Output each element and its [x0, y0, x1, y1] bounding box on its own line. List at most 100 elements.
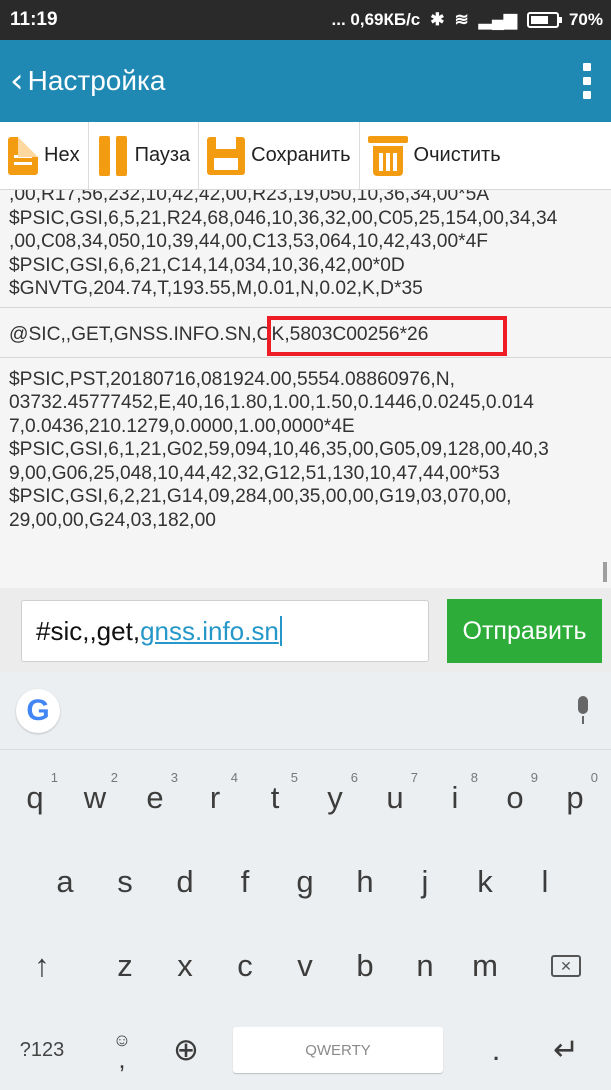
app-bar: ‹ Настройка [0, 40, 611, 122]
toolbar: Hex Пауза Сохранить Очистить [0, 122, 611, 190]
key-label: p [566, 780, 584, 815]
pause-label: Пауза [134, 144, 191, 166]
save-button[interactable]: Сохранить [199, 122, 360, 189]
google-icon[interactable]: G [16, 688, 60, 733]
keyboard-row-3: ↑ ✕ zxcvbnm [0, 924, 611, 1008]
microphone-icon[interactable] [575, 695, 591, 726]
key-a[interactable]: a [36, 840, 94, 924]
keyboard-row-4: ?123 ☺ , ⊕ QWERTY . ↵ [0, 1008, 611, 1090]
globe-key[interactable]: ⊕ [150, 1008, 222, 1090]
comma-key[interactable]: ☺ , [86, 1008, 158, 1090]
enter-icon: ↵ [553, 1032, 579, 1067]
key-b[interactable]: b [336, 924, 394, 1008]
pause-button[interactable]: Пауза [89, 122, 200, 189]
log-line: ,00,C08,34,050,10,39,44,00,C13,53,064,10… [9, 231, 489, 252]
battery-percent: 70% [568, 10, 603, 29]
key-h[interactable]: h [336, 840, 394, 924]
status-right: ... 0,69КБ/с ✱ ≋ ▂▄▆ 70% [332, 10, 604, 30]
key-hint: 5 [290, 770, 298, 785]
back-button[interactable]: ‹ Настройка [10, 64, 165, 98]
network-speed: ... 0,69КБ/с [331, 10, 421, 29]
key-e[interactable]: e3 [126, 756, 184, 840]
log-line: $PSIC,GSI,6,2,21,G14,09,284,00,35,00,00,… [9, 486, 512, 507]
key-p[interactable]: p0 [546, 756, 604, 840]
period-key[interactable]: . [466, 1008, 526, 1090]
key-x[interactable]: x [156, 924, 214, 1008]
log-output[interactable]: ,00,R17,56,232,10,42,42,00,R23,19,050,10… [0, 190, 611, 588]
key-w[interactable]: w2 [66, 756, 124, 840]
key-j[interactable]: j [396, 840, 454, 924]
pause-icon [97, 135, 129, 176]
shift-arrow-icon: ↑ [34, 948, 50, 983]
key-hint: 9 [530, 770, 538, 785]
key-hint: 0 [590, 770, 598, 785]
command-text-underlined: gnss.info.sn [140, 615, 279, 646]
backspace-icon: ✕ [551, 955, 581, 977]
key-t[interactable]: t5 [246, 756, 304, 840]
key-hint: 7 [410, 770, 418, 785]
key-g[interactable]: g [276, 840, 334, 924]
save-label: Сохранить [251, 144, 351, 166]
key-label: u [386, 780, 404, 815]
key-z[interactable]: z [96, 924, 154, 1008]
key-l[interactable]: l [516, 840, 574, 924]
key-m[interactable]: m [456, 924, 514, 1008]
log-line: $PSIC,GSI,6,6,21,C14,14,034,10,36,42,00*… [9, 254, 405, 276]
key-hint: 8 [470, 770, 478, 785]
backspace-key[interactable]: ✕ [528, 924, 604, 1008]
key-n[interactable]: n [396, 924, 454, 1008]
log-scrollbar[interactable] [603, 562, 607, 582]
battery-icon [526, 12, 562, 28]
key-y[interactable]: y6 [306, 756, 364, 840]
log-line: 03732.45777452,E,40,16,1.80,1.00,1.50,0.… [9, 392, 534, 413]
key-d[interactable]: d [156, 840, 214, 924]
enter-key[interactable]: ↵ [528, 1008, 604, 1090]
key-label: o [506, 780, 524, 815]
document-icon [8, 136, 38, 175]
symbols-key[interactable]: ?123 [6, 1008, 78, 1090]
command-input[interactable]: #sic,,get, gnss.info.sn [21, 600, 429, 662]
log-line: $PSIC,GSI,6,1,21,G02,59,094,10,46,35,00,… [9, 439, 549, 460]
log-line: 7,0.0436,210.1279,0.0000,1.00,0000*4E [9, 415, 355, 437]
hex-button[interactable]: Hex [0, 122, 89, 189]
key-hint: 1 [50, 770, 58, 785]
keyboard-top-bar: G [0, 672, 611, 750]
key-hint: 4 [230, 770, 238, 785]
chevron-left-icon: ‹ [10, 61, 24, 101]
shift-key[interactable]: ↑ [6, 924, 78, 1008]
send-button[interactable]: Отправить [447, 599, 602, 663]
bluetooth-icon: ✱ [430, 10, 445, 29]
keyboard-row-2: asdfghjkl [0, 840, 611, 924]
key-v[interactable]: v [276, 924, 334, 1008]
key-label: t [270, 780, 280, 815]
log-line: $PSIC,PST,20180716,081924.00,5554.088609… [9, 368, 455, 390]
key-label: e [146, 780, 164, 815]
key-s[interactable]: s [96, 840, 154, 924]
keyboard-row-1: q1w2e3r4t5y6u7i8o9p0 [0, 756, 611, 840]
key-i[interactable]: i8 [426, 756, 484, 840]
key-k[interactable]: k [456, 840, 514, 924]
log-line: $GNVTG,204.74,T,193.55,M,0.01,N,0.02,K,D… [9, 278, 423, 299]
key-hint: 2 [110, 770, 118, 785]
command-row: #sic,,get, gnss.info.sn Отправить [0, 588, 611, 672]
key-r[interactable]: r4 [186, 756, 244, 840]
clear-button[interactable]: Очистить [360, 122, 501, 189]
log-line: $PSIC,GSI,6,5,21,R24,68,046,10,36,32,00,… [9, 207, 558, 229]
wifi-icon: ≋ [454, 10, 469, 29]
key-f[interactable]: f [216, 840, 274, 924]
status-bar: 11:19 ... 0,69КБ/с ✱ ≋ ▂▄▆ 70% [0, 0, 611, 40]
text-cursor [279, 616, 282, 646]
clear-label: Очистить [413, 144, 501, 166]
key-u[interactable]: u7 [366, 756, 424, 840]
globe-icon: ⊕ [173, 1032, 199, 1067]
space-key[interactable]: QWERTY [233, 1027, 443, 1073]
key-label: i [451, 780, 459, 815]
key-o[interactable]: o9 [486, 756, 544, 840]
log-line: 9,00,G06,25,048,10,44,42,32,G12,51,130,1… [9, 462, 500, 484]
command-text: #sic,,get, [36, 615, 141, 646]
more-vert-icon[interactable] [583, 63, 591, 99]
key-c[interactable]: c [216, 924, 274, 1008]
highlight-box [267, 315, 507, 356]
key-q[interactable]: q1 [6, 756, 64, 840]
key-label: q [26, 780, 44, 815]
